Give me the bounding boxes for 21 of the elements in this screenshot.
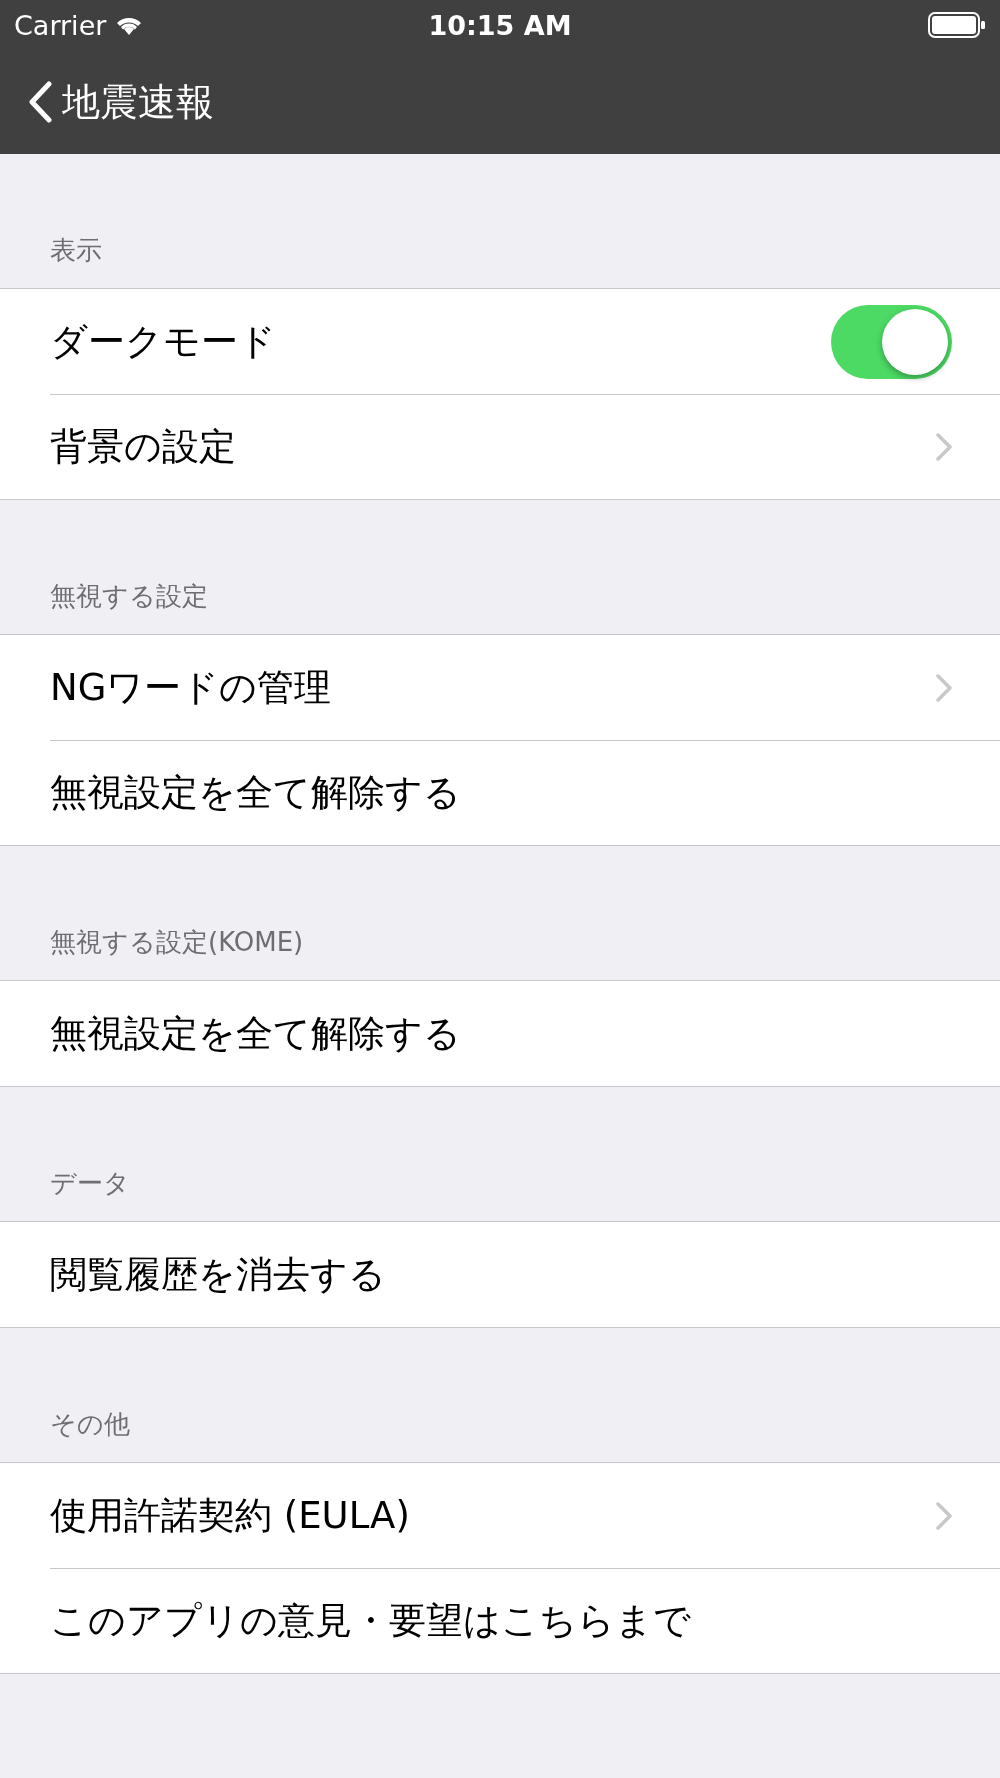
- row-label: 使用許諾契約 (EULA): [50, 1492, 410, 1539]
- row-label: 背景の設定: [50, 423, 236, 470]
- chevron-icon: [936, 673, 952, 702]
- back-chevron-icon: [28, 81, 52, 123]
- battery-icon: [928, 12, 986, 38]
- chevron-icon: [936, 1501, 952, 1530]
- section-header: その他: [50, 1408, 130, 1441]
- row-label: 閲覧履歴を消去する: [50, 1251, 386, 1298]
- carrier-name: Carrier: [14, 9, 107, 41]
- section-header: 表示: [50, 234, 102, 267]
- section-header: データ: [50, 1167, 130, 1200]
- section-header: 無視する設定(KOME): [50, 926, 304, 959]
- row-label: 無視設定を全て解除する: [50, 769, 461, 816]
- row-label: このアプリの意見・要望はこちらまで: [50, 1597, 691, 1644]
- chevron-icon: [936, 432, 952, 461]
- row-label: 無視設定を全て解除する: [50, 1010, 461, 1057]
- section-header: 無視する設定: [50, 580, 208, 613]
- back-button[interactable]: 地震速報: [28, 76, 214, 128]
- row-label: ダークモード: [50, 318, 276, 365]
- row-label: NGワードの管理: [50, 664, 332, 711]
- status-time: 10:15 AM: [428, 9, 572, 41]
